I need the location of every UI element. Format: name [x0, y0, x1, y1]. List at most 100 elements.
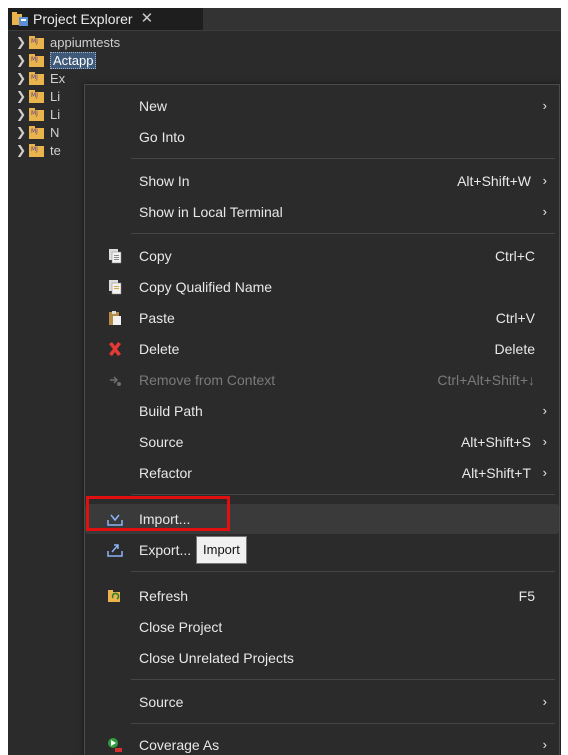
tree-item-label: N [50, 124, 60, 140]
svg-text:MJ: MJ [31, 128, 38, 135]
menu-item-label: Show in Local Terminal [139, 204, 283, 220]
svg-text:MJ: MJ [31, 110, 38, 117]
chevron-right-icon[interactable]: ❯ [16, 107, 28, 121]
menu-item-copy-qualified-name[interactable]: Copy Qualified Name [85, 272, 559, 302]
chevron-right-icon[interactable]: ❯ [16, 125, 28, 139]
submenu-arrow-icon: › [542, 737, 547, 752]
tree-item-label: Li [50, 88, 61, 104]
menu-separator [131, 571, 555, 572]
tree-item[interactable]: ❯ MJ Ex [16, 69, 65, 87]
tree-item[interactable]: ❯ MJ Li [16, 87, 60, 105]
menu-separator [131, 233, 555, 234]
menu-item-source-submenu[interactable]: Source › [85, 687, 559, 717]
chevron-right-icon[interactable]: ❯ [16, 89, 28, 103]
tab-project-explorer[interactable]: Project Explorer ✕ [8, 8, 203, 30]
submenu-arrow-icon: › [542, 173, 547, 188]
menu-item-coverage-as[interactable]: Coverage As › [85, 730, 559, 755]
menu-item-label: New [139, 98, 168, 114]
menu-item-refresh[interactable]: Refresh F5 [85, 581, 559, 611]
menu-item-label: Close Unrelated Projects [139, 650, 294, 666]
submenu-arrow-icon: › [542, 204, 547, 219]
menu-item-shortcut: Ctrl+Alt+Shift+↓ [437, 372, 535, 388]
close-icon[interactable]: ✕ [141, 8, 154, 30]
refresh-icon [107, 588, 123, 604]
tree-item[interactable]: ❯ MJ Li [16, 105, 60, 123]
menu-item-label: Copy [139, 248, 172, 264]
menu-item-label: Import... [139, 511, 191, 527]
menu-item-shortcut: Delete [494, 341, 535, 357]
menu-item-label: Coverage As [139, 737, 220, 753]
menu-item-go-into[interactable]: Go Into [85, 122, 559, 152]
menu-item-shortcut: Alt+Shift+T [461, 465, 531, 481]
paste-icon [107, 310, 123, 326]
svg-text:MJ: MJ [31, 74, 38, 81]
menu-item-label: Close Project [139, 619, 223, 635]
export-icon [107, 542, 123, 558]
submenu-arrow-icon: › [542, 434, 547, 449]
menu-item-copy[interactable]: Copy Ctrl+C [85, 241, 559, 271]
menu-item-paste[interactable]: Paste Ctrl+V [85, 303, 559, 333]
menu-item-close-unrelated-projects[interactable]: Close Unrelated Projects [85, 643, 559, 673]
java-project-icon: MJ [28, 124, 46, 140]
menu-item-shortcut: Alt+Shift+S [460, 434, 531, 450]
submenu-arrow-icon: › [542, 694, 547, 709]
menu-item-show-in[interactable]: Show In Alt+Shift+W › [85, 166, 559, 196]
menu-item-label: Build Path [139, 403, 203, 419]
java-project-icon: MJ [28, 142, 46, 158]
menu-item-close-project[interactable]: Close Project [85, 612, 559, 642]
copy-icon [107, 248, 123, 264]
tree-item-appiumtests[interactable]: ❯ MJ appiumtests [16, 33, 120, 51]
menu-item-delete[interactable]: Delete Delete [85, 334, 559, 364]
svg-text:MJ: MJ [31, 56, 38, 63]
view-tab-bar: Project Explorer ✕ [8, 8, 561, 31]
menu-item-label: Paste [139, 310, 175, 326]
tooltip: Import [196, 536, 247, 564]
menu-item-import[interactable]: Import... [85, 504, 559, 534]
tree-item-label: Actapp [50, 51, 97, 69]
svg-text:MJ: MJ [31, 38, 38, 45]
tree-item-label: appiumtests [50, 34, 121, 50]
menu-item-export[interactable]: Export... [85, 535, 559, 565]
submenu-arrow-icon: › [542, 403, 547, 418]
svg-text:MJ: MJ [31, 146, 38, 153]
project-explorer-icon [12, 12, 28, 26]
menu-item-build-path[interactable]: Build Path › [85, 396, 559, 426]
project-explorer-view: Project Explorer ✕ ❯ MJ appiumtests ❯ MJ… [8, 8, 561, 755]
java-project-icon: MJ [28, 70, 46, 86]
submenu-arrow-icon: › [542, 465, 547, 480]
chevron-right-icon[interactable]: ❯ [16, 143, 28, 157]
menu-item-label: Copy Qualified Name [139, 279, 273, 295]
menu-item-shortcut: Ctrl+V [495, 310, 535, 326]
menu-item-source[interactable]: Source Alt+Shift+S › [85, 427, 559, 457]
menu-item-refactor[interactable]: Refactor Alt+Shift+T › [85, 458, 559, 488]
menu-item-remove-from-context: Remove from Context Ctrl+Alt+Shift+↓ [85, 365, 559, 395]
menu-item-show-in-local-terminal[interactable]: Show in Local Terminal › [85, 197, 559, 227]
menu-item-label: Source [139, 434, 184, 450]
java-project-icon: MJ [28, 34, 46, 50]
chevron-right-icon[interactable]: ❯ [16, 53, 28, 67]
import-icon [107, 511, 123, 527]
menu-separator [131, 494, 555, 495]
tree-item[interactable]: ❯ MJ N [16, 123, 59, 141]
delete-icon [107, 341, 123, 357]
menu-item-new[interactable]: New › [85, 91, 559, 121]
menu-item-label: Delete [139, 341, 180, 357]
java-project-icon: MJ [28, 52, 46, 68]
tree-item-label: te [50, 142, 61, 158]
java-project-icon: MJ [28, 106, 46, 122]
remove-from-context-icon [107, 372, 123, 388]
tree-item-label: Li [50, 106, 61, 122]
tree-item[interactable]: ❯ MJ te [16, 141, 61, 159]
coverage-icon [107, 737, 123, 753]
tab-title: Project Explorer [33, 11, 133, 27]
tree-item-label: Ex [50, 70, 66, 86]
chevron-right-icon[interactable]: ❯ [16, 35, 28, 49]
menu-item-label: Export... [139, 542, 192, 558]
menu-item-label: Refresh [139, 588, 189, 604]
tree-item-selected-project[interactable]: ❯ MJ Actapp [16, 51, 97, 69]
menu-item-label: Show In [139, 173, 190, 189]
copy-qualified-name-icon [107, 279, 123, 295]
menu-item-shortcut: F5 [518, 588, 535, 604]
context-menu: New › Go Into Show In Alt+Shift+W › Show… [84, 84, 560, 755]
chevron-right-icon[interactable]: ❯ [16, 71, 28, 85]
